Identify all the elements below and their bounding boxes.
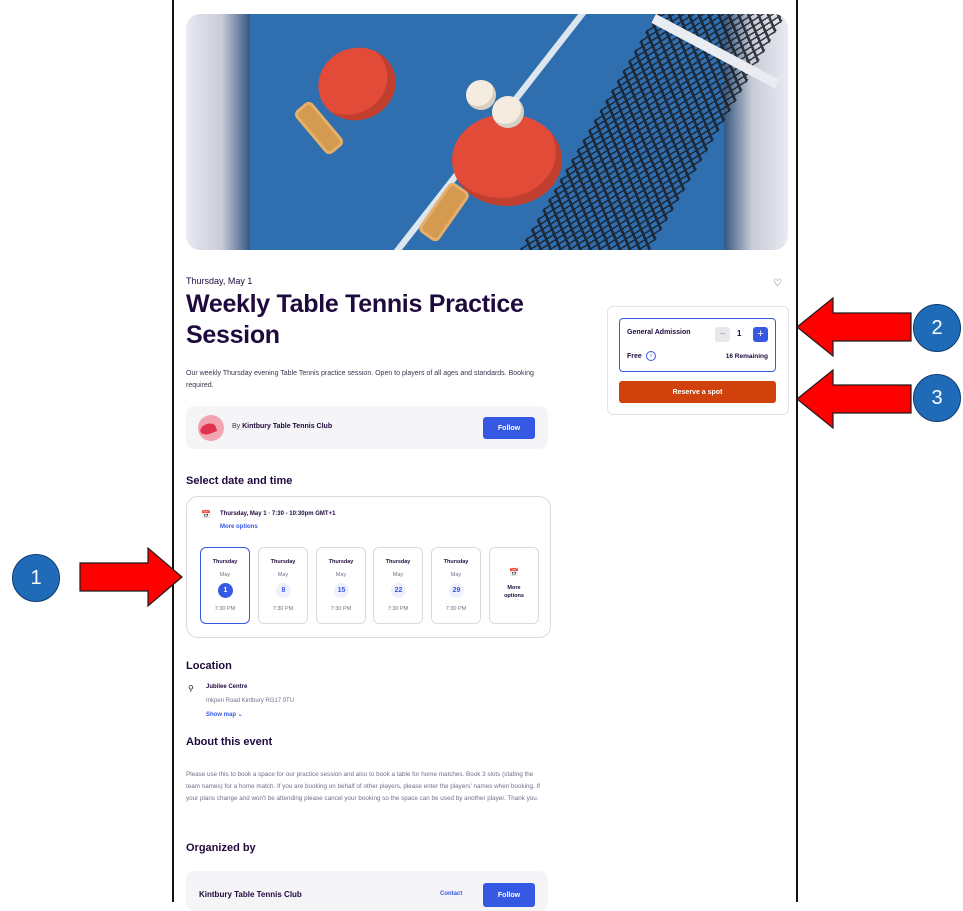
show-map-link[interactable]: Show map ⌄ <box>206 711 243 718</box>
date-tile[interactable]: Thursday May 15 7:30 PM <box>316 547 366 624</box>
event-description: Our weekly Thursday evening Table Tennis… <box>186 370 534 389</box>
date-tile-time: 7:30 PM <box>330 606 352 612</box>
date-tile[interactable]: Thursday May 22 7:30 PM <box>373 547 423 624</box>
hero-ball <box>466 80 496 110</box>
date-tile-day: Thursday <box>212 559 238 565</box>
organized-by-card: Kintbury Table Tennis Club Contact Follo… <box>186 871 548 911</box>
callout-label-1: 1 <box>12 554 60 602</box>
contact-link[interactable]: Contact <box>440 891 462 897</box>
callout-arrow-1 <box>79 546 183 608</box>
date-time-card: 📅 Thursday, May 1 · 7:30 - 10:30pm GMT+1… <box>186 496 551 638</box>
frame-border-left <box>172 0 174 902</box>
date-tile-number: 15 <box>334 583 349 598</box>
date-tile-day: Thursday <box>443 559 469 565</box>
hero-ball <box>492 96 524 128</box>
date-tile-number: 8 <box>276 583 291 598</box>
date-tile[interactable]: Thursday May 1 7:30 PM <box>200 547 250 624</box>
reserve-spot-button[interactable]: Reserve a spot <box>619 381 776 403</box>
organized-by-heading: Organized by <box>186 842 256 854</box>
calendar-icon: 📅 <box>201 510 211 519</box>
date-tile-number: 1 <box>218 583 233 598</box>
frame-border-right <box>796 0 798 902</box>
event-title: Weekly Table Tennis Practice Session <box>186 290 524 349</box>
location-heading: Location <box>186 660 232 672</box>
date-tile-number: 22 <box>391 583 406 598</box>
ticket-price: Free <box>627 353 642 360</box>
more-options-link[interactable]: More options <box>220 524 258 530</box>
venue-name: Jubilee Centre <box>206 684 248 690</box>
organizer-avatar[interactable] <box>198 415 224 441</box>
location-pin-icon: ⚲ <box>188 684 194 693</box>
date-tile-day: Thursday <box>270 559 296 565</box>
select-date-heading: Select date and time <box>186 475 293 487</box>
organizer-by-prefix: By <box>232 423 241 430</box>
callout-arrow-2 <box>796 296 912 358</box>
date-tile-month: May <box>335 572 347 578</box>
date-tile-time: 7:30 PM <box>387 606 409 612</box>
organizer-name[interactable]: Kintbury Table Tennis Club <box>199 890 302 899</box>
date-tile-day: Thursday <box>328 559 354 565</box>
quantity-decrease-button[interactable]: − <box>715 327 730 342</box>
follow-button[interactable]: Follow <box>483 883 535 907</box>
heart-icon[interactable]: ♡ <box>773 278 782 289</box>
callout-label-2: 2 <box>913 304 961 352</box>
date-tile-month: May <box>450 572 462 578</box>
selected-date-time: Thursday, May 1 · 7:30 - 10:30pm GMT+1 <box>220 511 336 517</box>
callout-label-3: 3 <box>913 374 961 422</box>
date-tile-number: 29 <box>449 583 464 598</box>
about-heading: About this event <box>186 736 273 748</box>
organizer-card: By Kintbury Table Tennis Club Follow <box>186 406 548 449</box>
more-options-tile[interactable]: 📅 More options <box>489 547 539 624</box>
date-tile-month: May <box>277 572 289 578</box>
ticket-selector: General Admission − 1 + Free i 16 Remain… <box>619 318 776 372</box>
follow-button[interactable]: Follow <box>483 417 535 439</box>
ticket-quantity: 1 <box>737 329 742 338</box>
organizer-byline: By Kintbury Table Tennis Club <box>232 423 332 430</box>
date-tile-time: 7:30 PM <box>214 606 236 612</box>
date-tile-time: 7:30 PM <box>445 606 467 612</box>
ticket-panel: General Admission − 1 + Free i 16 Remain… <box>607 306 789 415</box>
tickets-remaining: 16 Remaining <box>725 353 768 360</box>
more-options-tile-label: More options <box>504 585 524 599</box>
date-tile[interactable]: Thursday May 8 7:30 PM <box>258 547 308 624</box>
date-tile-month: May <box>219 572 231 578</box>
event-date-label: Thursday, May 1 <box>186 276 253 286</box>
calendar-icon: 📅 <box>509 568 519 577</box>
event-hero-image <box>186 14 788 250</box>
organizer-name-link[interactable]: Kintbury Table Tennis Club <box>242 423 332 430</box>
info-icon[interactable]: i <box>646 351 656 361</box>
date-tile[interactable]: Thursday May 29 7:30 PM <box>431 547 481 624</box>
quantity-increase-button[interactable]: + <box>753 327 768 342</box>
ticket-name: General Admission <box>627 329 691 336</box>
about-text: Please use this to book a space for our … <box>186 771 541 802</box>
venue-address: Inkpen Road Kintbury RG17 9TU <box>206 698 295 704</box>
callout-arrow-3 <box>796 368 912 430</box>
date-tile-day: Thursday <box>385 559 411 565</box>
date-tile-month: May <box>392 572 404 578</box>
date-tile-time: 7:30 PM <box>272 606 294 612</box>
